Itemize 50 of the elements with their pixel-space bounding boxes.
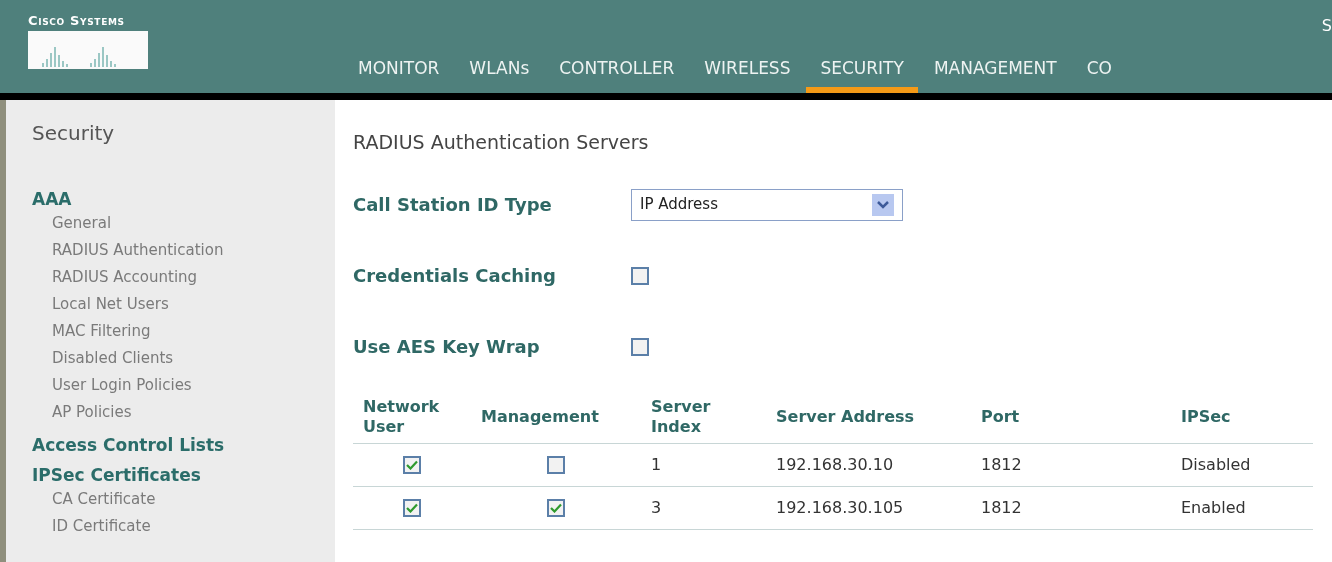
checkbox[interactable] bbox=[403, 455, 421, 474]
station-id-select[interactable]: IP Address bbox=[631, 188, 903, 221]
checkmark-icon bbox=[406, 502, 418, 513]
table-cell-text: 1812 bbox=[980, 453, 1023, 476]
nav-tab[interactable]: WIRELESS bbox=[690, 55, 805, 93]
user-label: S bbox=[1321, 15, 1332, 37]
checkmark-icon bbox=[406, 459, 418, 470]
table-cell-text: 3 bbox=[650, 496, 663, 519]
checkmark-icon bbox=[550, 502, 562, 513]
sidebar-item[interactable]: AP Policies bbox=[32, 399, 335, 426]
sidebar-item[interactable]: ID Certificate bbox=[32, 513, 335, 540]
checkbox[interactable] bbox=[547, 455, 565, 474]
sidebar-item[interactable]: User Login Policies bbox=[32, 372, 335, 399]
nav-tab[interactable]: MONITOR bbox=[344, 55, 454, 93]
nav-tab[interactable]: CO bbox=[1072, 55, 1126, 93]
column-header: IPSec bbox=[1180, 407, 1232, 427]
sidebar-item[interactable]: RADIUS Accounting bbox=[32, 264, 335, 291]
table-cell-text: 192.168.30.105 bbox=[775, 496, 905, 519]
table-cell-text: 192.168.30.10 bbox=[775, 453, 895, 476]
nav-tab[interactable]: WLANs bbox=[455, 55, 544, 93]
column-header: Network User bbox=[362, 397, 441, 437]
sidebar-item[interactable]: MAC Filtering bbox=[32, 318, 335, 345]
brand-name: Cisco Systems bbox=[28, 14, 126, 28]
sidebar-item[interactable]: Disabled Clients bbox=[32, 345, 335, 372]
table-cell-text: Enabled bbox=[1180, 496, 1247, 519]
column-header: Server Index bbox=[650, 397, 712, 437]
checkbox[interactable] bbox=[631, 337, 649, 356]
table-cell-text: 1812 bbox=[980, 496, 1023, 519]
column-header: Port bbox=[980, 407, 1021, 427]
table-cell-text: 1 bbox=[650, 453, 663, 476]
column-header: Management bbox=[480, 407, 600, 427]
sidebar-title: Security bbox=[32, 120, 116, 147]
field-label: Use AES Key Wrap bbox=[353, 335, 541, 359]
checkbox[interactable] bbox=[547, 498, 565, 517]
page-title: RADIUS Authentication Servers bbox=[353, 130, 650, 155]
column-header: Server Address bbox=[775, 407, 916, 427]
sidebar-item[interactable]: RADIUS Authentication bbox=[32, 237, 335, 264]
table-cell-text: Disabled bbox=[1180, 453, 1252, 476]
sidebar-item[interactable]: CA Certificate bbox=[32, 486, 335, 513]
checkbox[interactable] bbox=[403, 498, 421, 517]
field-label: Call Station ID Type bbox=[353, 193, 553, 217]
sidebar-heading[interactable]: IPSec Certificates bbox=[32, 464, 335, 486]
sidebar-heading[interactable]: Access Control Lists bbox=[32, 434, 335, 456]
nav-tab[interactable]: CONTROLLER bbox=[545, 55, 689, 93]
checkbox[interactable] bbox=[631, 266, 649, 285]
field-label: Credentials Caching bbox=[353, 264, 557, 288]
sidebar-item[interactable]: General bbox=[32, 210, 335, 237]
nav-tab[interactable]: MANAGEMENT bbox=[919, 55, 1071, 93]
sidebar-heading[interactable]: AAA bbox=[32, 188, 335, 210]
sidebar-item[interactable]: Local Net Users bbox=[32, 291, 335, 318]
